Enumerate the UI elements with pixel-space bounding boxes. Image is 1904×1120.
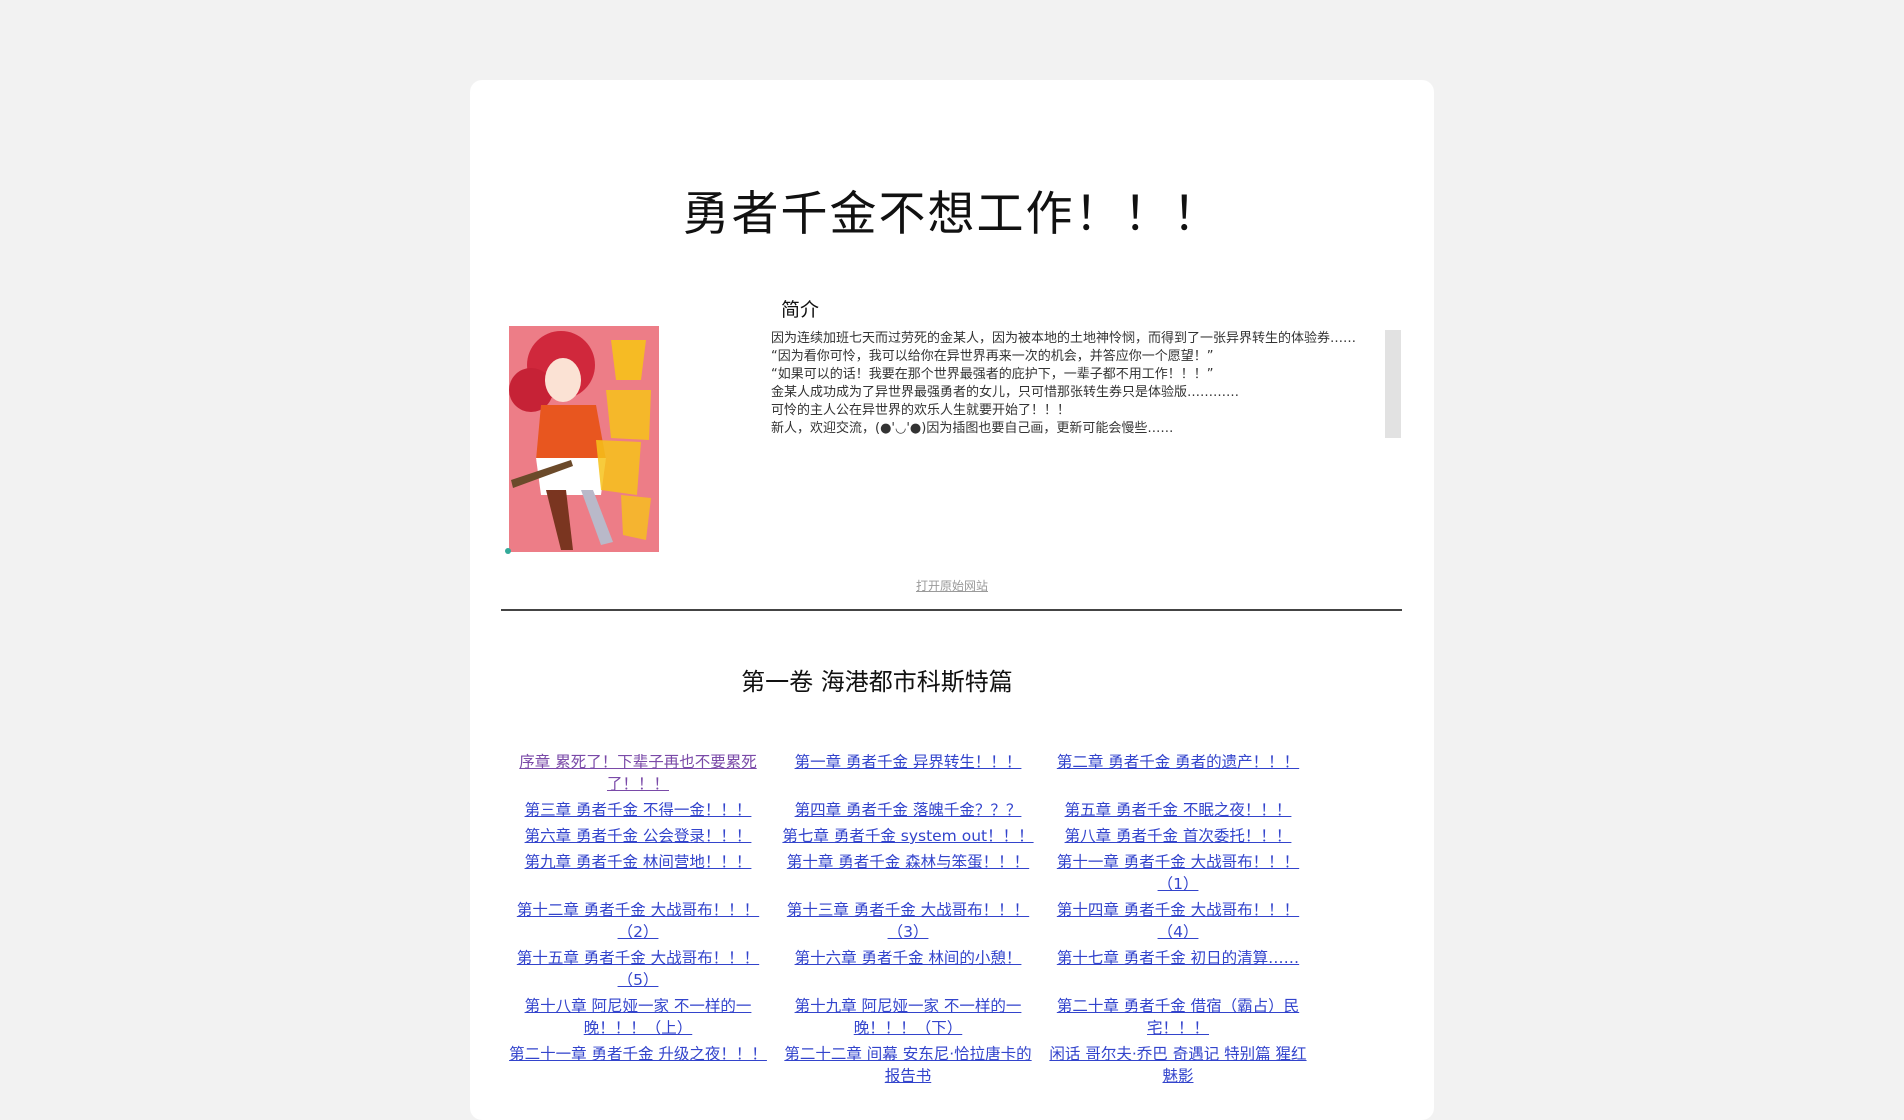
intro-scrollbar-thumb[interactable] (1385, 330, 1401, 438)
divider (501, 609, 1402, 611)
intro-line: 新人，欢迎交流，(●'◡'●)因为插图也要自己画，更新可能会慢些…… (771, 421, 1174, 436)
intro-line: 可怜的主人公在异世界的欢乐人生就要开始了！！！ (771, 403, 1071, 418)
chapter-link[interactable]: 第十九章 阿尼娅一家 不一样的一晚！！！（下） (773, 995, 1043, 1039)
chapter-link[interactable]: 第十章 勇者千金 森林与笨蛋！！！ (773, 851, 1043, 895)
intro-scrollbar[interactable] (1385, 330, 1401, 438)
chapter-link[interactable]: 第四章 勇者千金 落魄千金？？？ (773, 799, 1043, 821)
chapter-link[interactable]: 序章 累死了！下辈子再也不要累死了！！！ (503, 751, 773, 795)
chapter-link[interactable]: 第二十一章 勇者千金 升级之夜！！！ (503, 1043, 773, 1087)
chapter-link[interactable]: 第三章 勇者千金 不得一金！！！ (503, 799, 773, 821)
chapter-link[interactable]: 第十四章 勇者千金 大战哥布！！！（4） (1043, 899, 1313, 943)
chapter-link[interactable]: 第五章 勇者千金 不眠之夜！！！ (1043, 799, 1313, 821)
chapter-link[interactable]: 闲话 哥尔夫·乔巴 奇遇记 特别篇 猩红魅影 (1043, 1043, 1313, 1087)
chapter-link[interactable]: 第二十二章 间幕 安东尼·恰拉唐卡的报告书 (773, 1043, 1043, 1087)
chapter-link[interactable]: 第二十章 勇者千金 借宿（霸占）民宅！！！ (1043, 995, 1313, 1039)
chapter-link[interactable]: 第二章 勇者千金 勇者的遗产！！！ (1043, 751, 1313, 795)
chapter-link[interactable]: 第九章 勇者千金 林间营地！！！ (503, 851, 773, 895)
open-original-site-link[interactable]: 打开原始网站 (470, 577, 1434, 594)
chapter-link[interactable]: 第七章 勇者千金 system out！！！ (773, 825, 1043, 847)
chapter-link[interactable]: 第十一章 勇者千金 大战哥布！！！（1） (1043, 851, 1313, 895)
chapter-link[interactable]: 第十七章 勇者千金 初日的清算…… (1043, 947, 1313, 991)
book-title: 勇者千金不想工作！！！ (682, 187, 1222, 242)
chapter-link[interactable]: 第十六章 勇者千金 林间的小憩！ (773, 947, 1043, 991)
intro-line: “如果可以的话！我要在那个世界最强者的庇护下，一辈子都不用工作！！！” (771, 367, 1214, 382)
chapter-link[interactable]: 第十二章 勇者千金 大战哥布！！！（2） (503, 899, 773, 943)
book-cover-image (505, 326, 659, 554)
intro-line: 因为连续加班七天而过劳死的金某人，因为被本地的土地神怜悯，而得到了一张异界转生的… (771, 331, 1357, 346)
intro-line: “因为看你可怜，我可以给你在异世界再来一次的机会，并答应你一个愿望！” (771, 349, 1214, 364)
intro-text: 因为连续加班七天而过劳死的金某人，因为被本地的土地神怜悯，而得到了一张异界转生的… (771, 330, 1371, 442)
intro-heading: 简介 (781, 299, 820, 321)
chapter-link[interactable]: 第六章 勇者千金 公会登录！！！ (503, 825, 773, 847)
chapter-link[interactable]: 第十八章 阿尼娅一家 不一样的一晚！！！（上） (503, 995, 773, 1039)
chapter-list: 序章 累死了！下辈子再也不要累死了！！！ 第一章 勇者千金 异界转生！！！ 第二… (503, 751, 1313, 1087)
chapter-link[interactable]: 第十五章 勇者千金 大战哥布！！！（5） (503, 947, 773, 991)
intro-line: 金某人成功成为了异世界最强勇者的女儿，只可惜那张转生券只是体验版………… (771, 385, 1240, 400)
chapter-link[interactable]: 第一章 勇者千金 异界转生！！！ (773, 751, 1043, 795)
volume-title: 第一卷 海港都市科斯特篇 (741, 668, 1013, 696)
book-card: 勇者千金不想工作！！！ 简介 因为连续加班七天而过劳死的金某人，因为被本地的土地… (470, 80, 1434, 1120)
chapter-link[interactable]: 第十三章 勇者千金 大战哥布！！！（3） (773, 899, 1043, 943)
chapter-link[interactable]: 第八章 勇者千金 首次委托！！！ (1043, 825, 1313, 847)
